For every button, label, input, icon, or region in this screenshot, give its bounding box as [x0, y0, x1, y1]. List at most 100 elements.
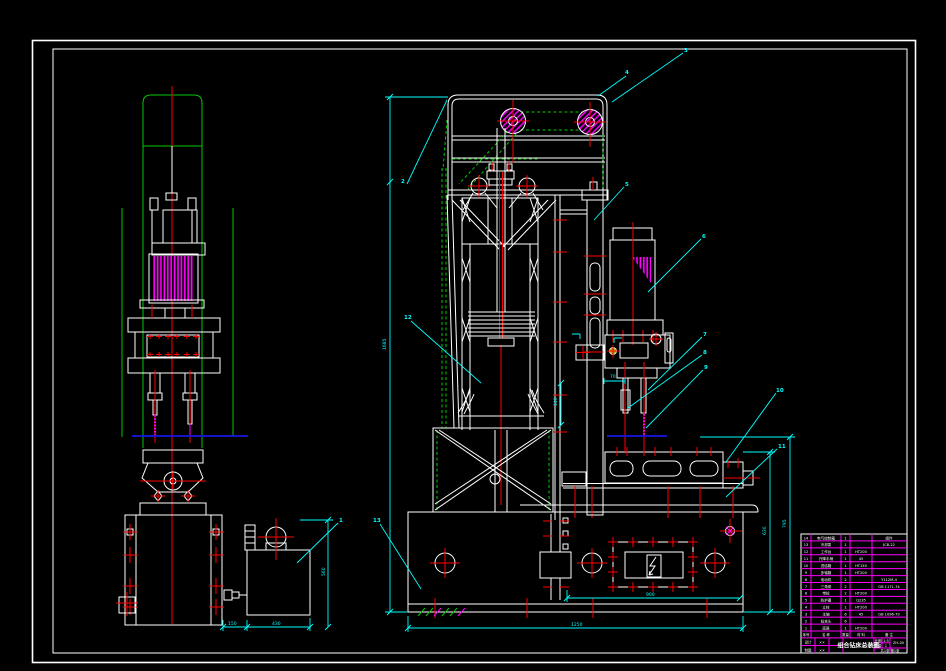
- gearbox: [128, 305, 220, 373]
- machine-base-left: [116, 515, 224, 625]
- svg-text:10: 10: [804, 564, 809, 568]
- callout-label: 2: [401, 179, 405, 185]
- svg-text:GB 1171-74: GB 1171-74: [878, 585, 900, 589]
- svg-text:9: 9: [805, 571, 808, 575]
- svg-text:1: 1: [844, 606, 846, 610]
- drawing-number: ZH–00: [893, 641, 904, 645]
- qty-value: 1: [885, 644, 887, 648]
- table-row: 1 底座 1 HT200: [801, 625, 907, 631]
- svg-text:1: 1: [844, 599, 846, 603]
- svg-text:7: 7: [805, 585, 807, 589]
- column-rail: [553, 195, 587, 520]
- svg-text:电气控制箱: 电气控制箱: [817, 535, 835, 540]
- callout-label: 11: [778, 444, 786, 450]
- dimension-label: 430: [272, 621, 281, 627]
- svg-text:45: 45: [859, 557, 864, 561]
- svg-text:5: 5: [805, 599, 807, 603]
- title-block-label: 制图: [805, 647, 812, 652]
- sheet-info: 共1张 第1张: [881, 648, 901, 653]
- svg-text:Q235: Q235: [856, 599, 866, 603]
- dimension-label: 630: [762, 526, 768, 535]
- svg-text:1: 1: [844, 626, 846, 630]
- bom-header: 序号 名 称 数量 材 料 备 注: [803, 632, 894, 637]
- table-row: 5 防护罩 1 Q235: [801, 598, 907, 604]
- svg-text:钻夹头: 钻夹头: [821, 618, 832, 623]
- parts-table: 14 电气控制箱 1 组件 13 冷却泵 1 JCB-22 12 工作台 1 H…: [801, 534, 907, 653]
- machine-base: [408, 430, 743, 618]
- svg-text:1: 1: [844, 564, 846, 568]
- svg-text:HT200: HT200: [855, 626, 867, 630]
- dimension-label: 900: [646, 592, 655, 598]
- table-row: 13 冷却泵 1 JCB-22: [801, 542, 907, 548]
- table-row: 11 升降手柄 1 45: [801, 556, 907, 562]
- svg-text:防护罩: 防护罩: [821, 598, 832, 603]
- svg-text:电动机: 电动机: [821, 577, 832, 582]
- svg-text:三角带: 三角带: [821, 584, 832, 589]
- svg-text:序号: 序号: [803, 632, 810, 637]
- svg-text:13: 13: [804, 543, 809, 547]
- table-row: 4 立柱 1 HT200: [801, 605, 907, 611]
- svg-text:45: 45: [859, 613, 864, 617]
- drill-head: [572, 177, 673, 515]
- svg-text:14: 14: [804, 536, 809, 540]
- svg-text:8: 8: [805, 578, 808, 582]
- svg-text:1: 1: [805, 626, 807, 630]
- qty-label: 数量: [875, 643, 882, 648]
- svg-text:HT200: HT200: [855, 571, 867, 575]
- table-row: 2 钻夹头 6: [801, 618, 907, 624]
- svg-text:HT200: HT200: [855, 592, 867, 596]
- callout-label: 8: [703, 350, 707, 356]
- dimension-label: 150: [228, 621, 237, 627]
- svg-text:HT150: HT150: [855, 564, 867, 568]
- callout-label: 6: [702, 234, 706, 240]
- dimension-label: 560: [321, 567, 327, 576]
- svg-text:1: 1: [844, 557, 846, 561]
- swivel-base: [140, 450, 206, 515]
- x-brace: [433, 428, 553, 512]
- callout-label: 7: [703, 332, 707, 338]
- hood: [452, 200, 556, 250]
- table-row: 7 三角带 2 GB 1171-74: [801, 584, 907, 590]
- callouts: 1 2 3 4 5 6 7 8 9 10 11 12 13: [297, 48, 786, 589]
- svg-text:Y112M-4: Y112M-4: [881, 578, 897, 582]
- table-row: 8 电动机 2 Y112M-4: [801, 577, 907, 583]
- motor-hatch: [149, 254, 198, 303]
- svg-text:备 注: 备 注: [885, 632, 893, 637]
- callout-label: 10: [776, 388, 784, 394]
- pulley-left: [497, 100, 529, 163]
- table-row: 9 多轴箱 1 HT200: [801, 570, 907, 576]
- drawing-title: 组合钻床总装图: [837, 642, 879, 650]
- svg-text:底座: 底座: [822, 625, 830, 630]
- table-row: 10 进给箱 1 HT150: [801, 563, 907, 569]
- lightning-icon: [649, 557, 656, 575]
- svg-text:12: 12: [804, 550, 809, 554]
- scale-value: 1:5: [883, 639, 888, 643]
- callout-label: 5: [625, 182, 629, 188]
- svg-text:材 料: 材 料: [857, 632, 865, 637]
- svg-text:冷却泵: 冷却泵: [821, 542, 832, 547]
- svg-text:2: 2: [844, 578, 846, 582]
- svg-text:1: 1: [844, 536, 846, 540]
- dimension-label: 1685: [382, 338, 388, 350]
- svg-text:工作台: 工作台: [821, 549, 832, 554]
- svg-text:2: 2: [844, 585, 846, 589]
- svg-text:HT200: HT200: [855, 550, 867, 554]
- callout-label: 1: [339, 518, 343, 524]
- callout-label: 13: [373, 518, 381, 524]
- svg-text:主轴: 主轴: [822, 612, 830, 617]
- dimension-label: 1250: [571, 622, 583, 628]
- callout-label: 4: [625, 70, 629, 76]
- title-block-label: 设计: [805, 640, 812, 645]
- callout-label: 12: [404, 315, 412, 321]
- svg-text:6: 6: [844, 613, 847, 617]
- dimension-label: 795: [782, 519, 788, 528]
- svg-text:数量: 数量: [842, 632, 849, 637]
- svg-text:组件: 组件: [885, 535, 893, 540]
- table-row: 6 带轮 2 HT200: [801, 591, 907, 597]
- left-view: [116, 86, 310, 625]
- work-table: [520, 447, 760, 518]
- drawing-frame: [33, 41, 916, 663]
- title-block-date: ××: [819, 648, 825, 652]
- cad-drawing-canvas[interactable]: 1685 630 795 900 1250 150 430 560 70 140…: [0, 0, 946, 671]
- svg-text:JCB-22: JCB-22: [882, 543, 895, 547]
